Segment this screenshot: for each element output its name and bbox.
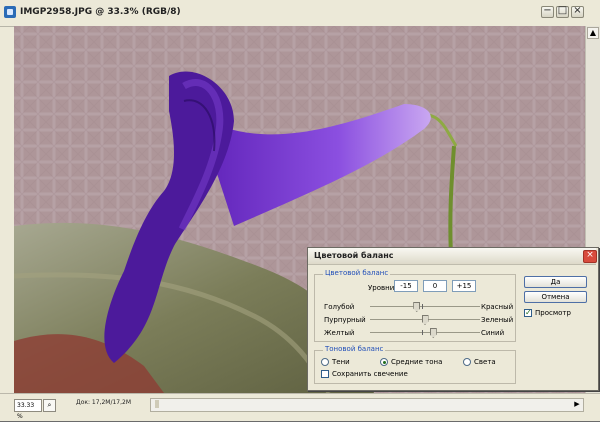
- close-icon: ×: [573, 5, 582, 16]
- slider-center-tick: [422, 330, 423, 335]
- color-balance-label: Цветовой баланс: [323, 269, 391, 277]
- dialog-title: Цветовой баланс: [314, 251, 394, 260]
- slider-left-label: Желтый: [324, 329, 355, 337]
- tone-balance-group: Тоновой баланс Тени Средние тона Света С…: [314, 345, 516, 384]
- close-icon: ×: [586, 250, 594, 260]
- slider-right-label: Синий: [481, 329, 505, 337]
- highlights-label: Света: [474, 358, 496, 366]
- scroll-up-icon[interactable]: ▲: [587, 27, 599, 39]
- slider-right-label: Красный: [481, 303, 514, 311]
- scroll-right-icon[interactable]: ▶: [572, 400, 582, 410]
- preview-checkbox[interactable]: [524, 308, 532, 317]
- tone-balance-label: Тоновой баланс: [323, 345, 386, 353]
- slider-center-tick: [422, 304, 423, 309]
- highlights-radio[interactable]: [463, 358, 471, 366]
- magenta-green-slider-knob[interactable]: [421, 315, 429, 325]
- slider-right-label: Зеленый: [481, 316, 514, 324]
- preserve-luminosity-checkbox[interactable]: [321, 370, 329, 378]
- window-title: IMGP2958.JPG @ 33.3% (RGB/8): [20, 7, 181, 17]
- cyan-red-slider[interactable]: [370, 302, 480, 312]
- close-button[interactable]: ×: [571, 5, 584, 18]
- zoom-field[interactable]: 33.33 %: [14, 399, 42, 420]
- level-cyan-red[interactable]: -15: [394, 280, 418, 292]
- photoshop-icon: [4, 6, 16, 18]
- image-window: IMGP2958.JPG @ 33.3% (RGB/8) − □ × ▲ 33.…: [0, 0, 600, 421]
- slider-left-label: Голубой: [324, 303, 355, 311]
- maximize-button[interactable]: □: [556, 5, 569, 18]
- color-balance-group: Цветовой баланс Уровни: -15 0 +15 Голубо…: [314, 269, 516, 342]
- document-size: Док: 17,2M/17,2M: [76, 399, 132, 406]
- slider-left-label: Пурпурный: [324, 316, 366, 324]
- maximize-icon: □: [557, 5, 568, 16]
- ok-button[interactable]: Да: [524, 276, 587, 288]
- preserve-luminosity-label: Сохранить свечение: [332, 370, 408, 378]
- status-bar: 33.33 % ⌕ Док: 17,2M/17,2M ▶: [0, 393, 600, 421]
- level-magenta-green[interactable]: 0: [423, 280, 447, 292]
- levels-label: Уровни:: [368, 284, 397, 292]
- yellow-blue-slider-knob[interactable]: [429, 328, 437, 338]
- navigator-icon[interactable]: ⌕: [43, 399, 56, 412]
- preview-label: Просмотр: [535, 309, 571, 317]
- shadows-label: Тени: [332, 358, 350, 366]
- color-balance-dialog: Цветовой баланс × Цветовой баланс Уровни…: [307, 247, 599, 391]
- minimize-button[interactable]: −: [541, 5, 554, 18]
- dialog-titlebar: Цветовой баланс ×: [308, 248, 597, 265]
- midtones-label: Средние тона: [391, 358, 443, 366]
- shadows-radio[interactable]: [321, 358, 329, 366]
- dialog-close-button[interactable]: ×: [583, 250, 597, 263]
- magenta-green-slider[interactable]: [370, 315, 480, 325]
- horizontal-scrollbar[interactable]: ▶: [150, 398, 584, 412]
- minimize-icon: −: [543, 5, 552, 16]
- level-yellow-blue[interactable]: +15: [452, 280, 476, 292]
- midtones-radio[interactable]: [380, 358, 388, 366]
- cyan-red-slider-knob[interactable]: [413, 302, 421, 312]
- cancel-button[interactable]: Отмена: [524, 291, 587, 303]
- titlebar: IMGP2958.JPG @ 33.3% (RGB/8) − □ ×: [0, 0, 600, 27]
- yellow-blue-slider[interactable]: [370, 328, 480, 338]
- scroll-thumb[interactable]: [155, 400, 159, 408]
